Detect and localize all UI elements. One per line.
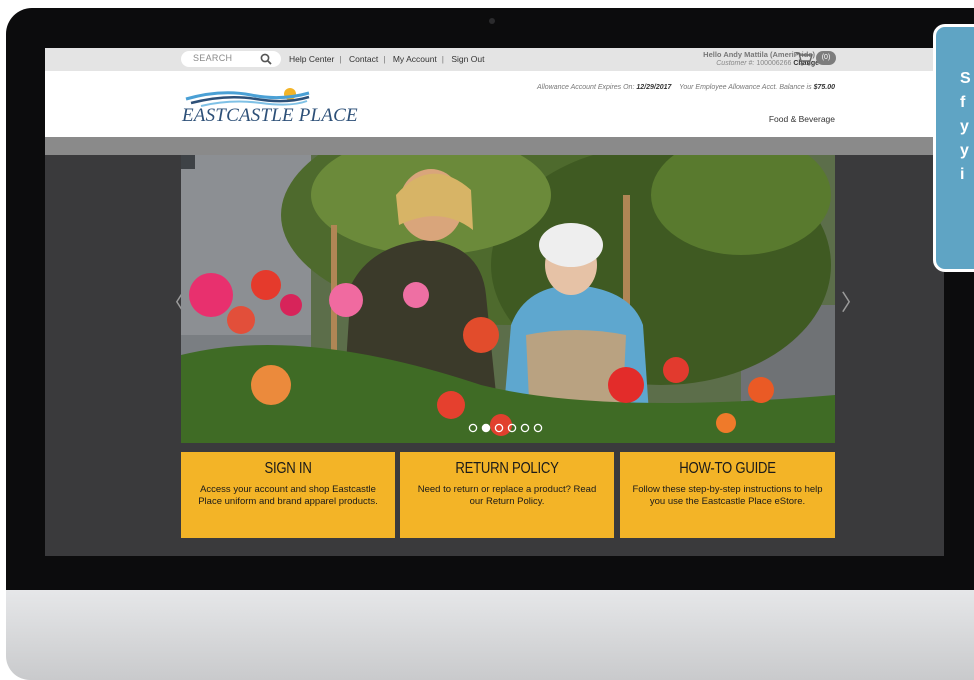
- site-header: Allowance Account Expires On: 12/29/2017…: [45, 71, 944, 137]
- search-icon[interactable]: [260, 53, 272, 65]
- callout-line: y: [960, 118, 969, 135]
- allowance-expiry-label: Allowance Account Expires On:: [537, 84, 635, 91]
- main-content: 〈 〉 SIGN IN Access your account and shop…: [45, 155, 944, 556]
- how-to-guide-card[interactable]: HOW-TO GUIDE Follow these step-by-step i…: [620, 452, 835, 538]
- carousel-next-icon[interactable]: 〉: [841, 285, 863, 317]
- link-separator: |: [441, 54, 444, 64]
- how-to-guide-card-title: HOW-TO GUIDE: [679, 460, 776, 477]
- return-policy-card[interactable]: RETURN POLICY Need to return or replace …: [400, 452, 614, 538]
- sign-out-link[interactable]: Sign Out: [451, 54, 484, 64]
- how-to-guide-card-text: Follow these step-by-step instructions t…: [632, 484, 823, 507]
- help-center-link[interactable]: Help Center: [289, 54, 334, 64]
- allowance-balance: $75.00: [813, 84, 835, 91]
- sign-in-card[interactable]: SIGN IN Access your account and shop Eas…: [181, 452, 395, 538]
- callout-bubble: S f y y i: [933, 24, 974, 272]
- return-policy-card-title: RETURN POLICY: [455, 460, 559, 477]
- return-policy-card-text: Need to return or replace a product? Rea…: [417, 484, 597, 507]
- webcam-dot: [489, 18, 495, 24]
- customer-number: 100006266: [756, 60, 792, 67]
- logo-text[interactable]: EASTCASTLE PLACE: [182, 105, 358, 127]
- website-screen: SEARCH Help Center | Contact | My Account |…: [45, 48, 944, 556]
- logo-waves-icon[interactable]: [181, 85, 311, 107]
- allowance-info: Allowance Account Expires On: 12/29/2017…: [395, 84, 835, 91]
- callout-line: S: [960, 70, 971, 87]
- allowance-balance-label: Your Employee Allowance Acct. Balance is: [679, 84, 812, 91]
- contact-link[interactable]: Contact: [349, 54, 378, 64]
- utility-links: Help Center | Contact | My Account | Sign O…: [289, 54, 489, 64]
- link-separator: |: [339, 54, 342, 64]
- monitor-chin: [6, 590, 974, 680]
- header-band: [45, 137, 944, 155]
- hero-photo-gardening: [181, 155, 835, 443]
- link-separator: |: [383, 54, 386, 64]
- callout-line: i: [960, 166, 965, 183]
- carousel-dot-2[interactable]: [481, 423, 491, 433]
- sign-in-card-text: Access your account and shop Eastcastle …: [198, 484, 378, 507]
- customer-label: Customer #:: [716, 60, 755, 67]
- callout-line: y: [960, 142, 969, 159]
- shopping-cart-icon[interactable]: [795, 51, 813, 67]
- callout-line: f: [960, 94, 966, 111]
- sign-in-card-title: SIGN IN: [264, 460, 312, 477]
- callout-text: S f y y i: [960, 67, 974, 187]
- allowance-expiry-date: 12/29/2017: [636, 84, 672, 91]
- search-placeholder: SEARCH: [193, 53, 233, 63]
- top-utility-bar: SEARCH Help Center | Contact | My Account |…: [45, 48, 944, 71]
- cart-count-badge[interactable]: (0): [816, 51, 836, 65]
- nav-food-beverage[interactable]: Food & Beverage: [757, 114, 835, 124]
- my-account-link[interactable]: My Account: [393, 54, 437, 64]
